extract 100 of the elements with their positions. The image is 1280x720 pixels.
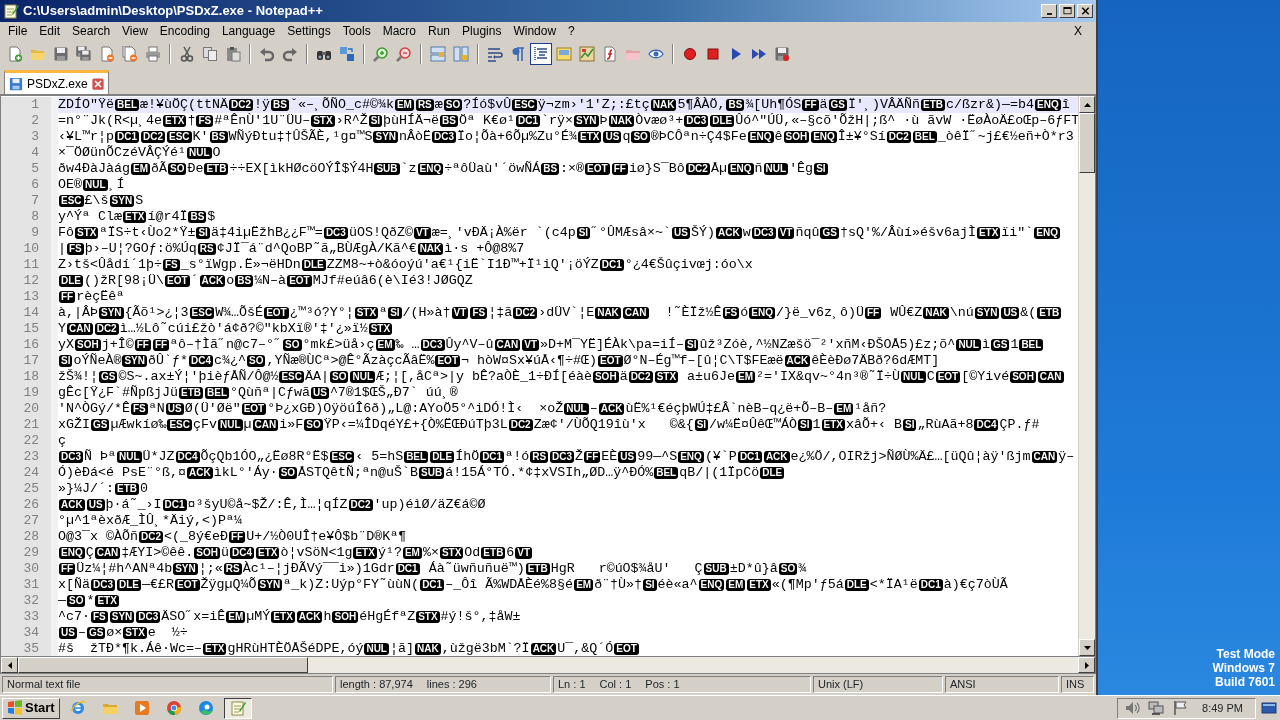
control-code-badge: ETB xyxy=(525,563,550,575)
menu-item[interactable]: Settings xyxy=(281,23,337,40)
code-text: µMÝ xyxy=(246,609,271,624)
scroll-right-arrow-icon[interactable] xyxy=(1084,661,1089,669)
code-text: ŽÿgµQ¼Õ xyxy=(200,577,257,592)
menu-item[interactable]: Edit xyxy=(33,23,67,40)
line-ending-label: Unix (LF) xyxy=(818,677,864,693)
control-code-badge: EM xyxy=(131,163,150,175)
flag-icon[interactable] xyxy=(1172,700,1189,716)
code-text: Ñ Þª xyxy=(84,449,116,464)
code-text: ÿ– xyxy=(1058,449,1075,464)
code-text: =n°¨Jk(R<µ¸4e xyxy=(58,113,162,128)
document-map-button[interactable] xyxy=(576,43,598,65)
scroll-left-arrow-icon[interactable] xyxy=(7,661,12,669)
scrollbar-thumb[interactable] xyxy=(1079,113,1095,173)
control-code-badge: SI xyxy=(388,307,402,319)
control-code-badge: EOT xyxy=(165,275,190,287)
control-code-badge: NAK xyxy=(595,307,621,319)
code-text: h xyxy=(323,609,332,624)
document-map-icon xyxy=(579,46,595,62)
notepad-taskbar-button[interactable] xyxy=(223,697,252,719)
control-code-badge: VT xyxy=(777,227,795,239)
control-code-badge: DC2 xyxy=(348,499,373,511)
code-text: °Þ¿xGÐ)OÿöúÎ6ð)„L@:AYoÖ5°^iDÓ!Ì‹ ×oŽ xyxy=(267,401,564,416)
menu-item[interactable]: Language xyxy=(215,23,282,40)
menu-item[interactable]: ? xyxy=(562,23,581,40)
line-number: 21 xyxy=(1,417,58,433)
menu-item[interactable]: Encoding xyxy=(153,23,216,40)
menu-item[interactable]: File xyxy=(2,23,34,40)
pilcrow-icon xyxy=(510,46,526,62)
control-code-badge: DC1 xyxy=(162,499,187,511)
menu-item[interactable]: Run xyxy=(422,23,457,40)
menu-item[interactable]: Window xyxy=(507,23,563,40)
code-text: Y xyxy=(58,321,66,336)
printer-icon xyxy=(145,46,161,62)
code-text: ðÛ`ƒ* xyxy=(148,353,188,368)
file-tab[interactable]: PSDxZ.exe xyxy=(4,70,109,94)
control-code-badge: FF xyxy=(864,307,882,319)
code-text: ÷ªôÜaù'´öwÑÁ xyxy=(444,161,541,176)
control-code-badge: ETX xyxy=(256,547,280,559)
scrollbar-thumb[interactable] xyxy=(18,657,308,673)
control-code-badge: EM xyxy=(402,547,422,559)
control-code-badge: DC3 xyxy=(751,227,776,239)
code-text: 0 xyxy=(140,481,148,496)
control-code-badge: BS xyxy=(209,131,228,143)
control-code-badge: DC2 xyxy=(229,99,253,111)
minimize-button[interactable] xyxy=(1041,4,1057,18)
scroll-down-arrow-icon[interactable] xyxy=(1083,645,1091,650)
control-code-badge: CAN xyxy=(622,307,649,319)
stop-icon xyxy=(705,46,721,62)
minimize-icon xyxy=(1046,13,1052,15)
scroll-up-arrow-icon[interactable] xyxy=(1083,102,1091,107)
menu-item[interactable]: View xyxy=(116,23,154,40)
line-number: 24 xyxy=(1,465,58,481)
line-number: 27 xyxy=(1,513,58,529)
code-text: Ø°N–Ég™f–[û¦C\T$FEæë xyxy=(623,353,784,368)
control-code-badge: DC1 xyxy=(737,451,762,463)
line-number: 3 xyxy=(1,129,58,145)
code-text: ,YÑæ®ÙCª>@Ê°ÃzàçcÃâË% xyxy=(266,353,435,368)
close-document-button[interactable]: X xyxy=(1068,23,1088,40)
lines-label: lines : 296 xyxy=(426,677,477,693)
menu-item[interactable]: Macro xyxy=(376,23,422,40)
pages-close-icon xyxy=(122,46,138,62)
code-text: Ðe xyxy=(187,161,204,176)
vertical-scrollbar[interactable] xyxy=(1078,96,1095,656)
code-text: ŸP‹=¼ÎDqéY£+{Ò%ËŒÐúTþ3L xyxy=(323,417,508,432)
control-code-badge: FF xyxy=(802,99,819,111)
code-text: —€£R xyxy=(142,577,174,592)
control-code-badge: ESC xyxy=(167,131,192,143)
code-text: ‹¥L™r¦p xyxy=(58,129,114,144)
code-text: <(_8ý€eÐ xyxy=(164,529,228,544)
code-text: <*ÏA¹ë xyxy=(869,577,918,592)
close-button[interactable] xyxy=(1077,4,1093,18)
control-code-badge: BEL xyxy=(205,387,229,399)
code-text: ü xyxy=(221,545,229,560)
control-code-badge: US xyxy=(165,403,184,415)
network-icon[interactable] xyxy=(1148,700,1165,716)
horizontal-scrollbar[interactable] xyxy=(0,657,1096,674)
clock[interactable]: 8:49 PM xyxy=(1202,699,1243,717)
control-code-badge: NUL xyxy=(956,339,981,351)
control-code-badge: SO xyxy=(330,371,349,383)
show-desktop-icon[interactable] xyxy=(1260,700,1278,716)
maximize-button[interactable] xyxy=(1059,4,1075,18)
menu-item[interactable]: Search xyxy=(66,23,117,40)
sync-horizontal-icon xyxy=(453,46,469,62)
control-code-badge: STX xyxy=(354,307,379,319)
start-button[interactable]: Start xyxy=(2,697,60,719)
control-code-badge: NUL xyxy=(564,403,589,415)
close-icon[interactable] xyxy=(91,77,104,90)
code-text: Àc¹–¦jÐÃVý¯¯i»)1Gdr xyxy=(242,561,395,576)
control-code-badge: SYN xyxy=(109,611,135,623)
control-code-badge: BS xyxy=(235,275,254,287)
control-code-badge: DC3 xyxy=(136,611,161,623)
menu-item[interactable]: Tools xyxy=(336,23,377,40)
speaker-icon[interactable] xyxy=(1124,700,1141,716)
control-code-badge: DC1 xyxy=(115,131,139,143)
code-text: ÷÷EX[ìkHØcöOÝÎ$Ý4H xyxy=(229,161,374,176)
control-code-badge: ACK xyxy=(187,467,213,479)
menu-item[interactable]: Plugins xyxy=(456,23,508,40)
indent-guide-button[interactable] xyxy=(530,43,552,65)
